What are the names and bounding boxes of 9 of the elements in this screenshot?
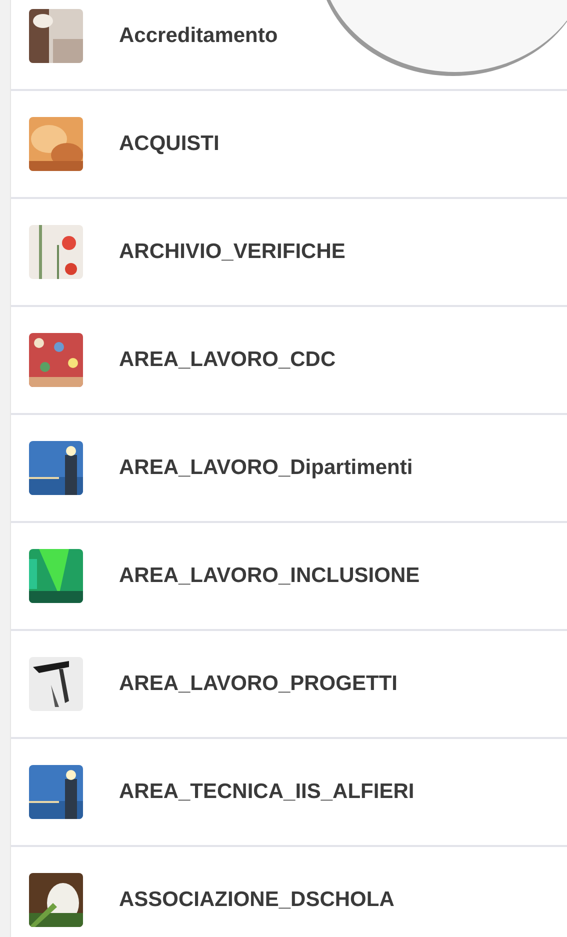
folder-name[interactable]: AREA_LAVORO_Dipartimenti	[119, 456, 413, 480]
folder-name[interactable]: ACQUISTI	[119, 132, 220, 156]
folder-name[interactable]: ARCHIVIO_VERIFICHE	[119, 240, 346, 264]
folder-name[interactable]: AREA_TECNICA_IIS_ALFIERI	[119, 780, 414, 804]
folder-name[interactable]: AREA_LAVORO_INCLUSIONE	[119, 564, 420, 588]
folder-name[interactable]: ASSOCIAZIONE_DSCHOLA	[119, 888, 394, 912]
folder-name[interactable]: AREA_LAVORO_PROGETTI	[119, 672, 398, 696]
folder-name[interactable]: AREA_LAVORO_CDC	[119, 348, 336, 372]
folder-name[interactable]: Accreditamento	[119, 24, 278, 48]
